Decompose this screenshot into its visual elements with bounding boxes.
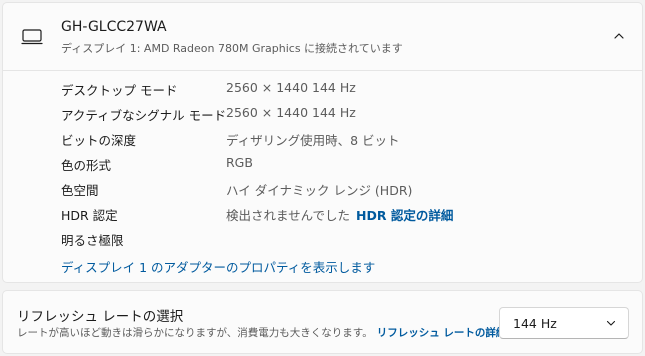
- adapter-properties-link[interactable]: ディスプレイ 1 のアダプターのプロパティを表示します: [61, 257, 375, 276]
- refresh-rate-title: リフレッシュ レートの選択: [17, 309, 184, 325]
- monitor-name: GH-GLCC27WA: [61, 19, 167, 35]
- property-row-active-signal-mode: アクティブなシグナル モード 2560 × 1440 144 Hz: [61, 105, 632, 125]
- property-value: ディザリング使用時、8 ビット: [226, 133, 400, 148]
- property-value: 検出されませんでした: [226, 208, 351, 223]
- refresh-rate-description-text: レートが高いほど動きは滑らかになりますが、消費電力も大きくなります。: [17, 327, 373, 339]
- property-label: アクティブなシグナル モード: [61, 108, 227, 123]
- property-value: ハイ ダイナミック レンジ (HDR): [226, 183, 413, 198]
- property-label: ビットの深度: [61, 133, 137, 148]
- chevron-up-icon: [614, 33, 624, 39]
- collapse-button[interactable]: [606, 23, 632, 49]
- property-label: 明るさ極限: [61, 233, 124, 248]
- property-label: 色空間: [61, 183, 99, 198]
- property-row-brightness-limit: 明るさ極限: [61, 230, 632, 250]
- property-row-color-format: 色の形式 RGB: [61, 155, 632, 175]
- refresh-rate-details-link[interactable]: リフレッシュ レートの詳細: [377, 327, 507, 339]
- display-header[interactable]: GH-GLCC27WA ディスプレイ 1: AMD Radeon 780M Gr…: [3, 3, 642, 71]
- refresh-rate-card: リフレッシュ レートの選択 レートが高いほど動きは滑らかになりますが、消費電力も…: [2, 290, 643, 354]
- property-label: HDR 認定: [61, 208, 118, 223]
- property-value: 2560 × 1440 144 Hz: [226, 105, 356, 120]
- property-row-hdr-certification: HDR 認定 検出されませんでした HDR 認定の詳細: [61, 205, 632, 225]
- monitor-icon: [21, 29, 43, 45]
- property-row-color-space: 色空間 ハイ ダイナミック レンジ (HDR): [61, 180, 632, 200]
- refresh-rate-dropdown[interactable]: 144 Hz: [499, 307, 629, 339]
- property-label: デスクトップ モード: [61, 83, 178, 98]
- property-row-desktop-mode: デスクトップ モード 2560 × 1440 144 Hz: [61, 80, 632, 100]
- property-row-bit-depth: ビットの深度 ディザリング使用時、8 ビット: [61, 130, 632, 150]
- refresh-rate-description: レートが高いほど動きは滑らかになりますが、消費電力も大きくなります。 リフレッシュ…: [17, 325, 506, 340]
- display-info-card: GH-GLCC27WA ディスプレイ 1: AMD Radeon 780M Gr…: [2, 2, 643, 283]
- property-value: RGB: [226, 155, 253, 170]
- hdr-certification-link[interactable]: HDR 認定の詳細: [356, 208, 453, 223]
- chevron-down-icon: [606, 320, 616, 326]
- property-value: 2560 × 1440 144 Hz: [226, 80, 356, 95]
- refresh-rate-selected-value: 144 Hz: [513, 316, 557, 331]
- display-connection-subtitle: ディスプレイ 1: AMD Radeon 780M Graphics に接続され…: [61, 42, 403, 55]
- property-value-with-link: 検出されませんでした HDR 認定の詳細: [226, 205, 453, 224]
- property-label: 色の形式: [61, 158, 112, 173]
